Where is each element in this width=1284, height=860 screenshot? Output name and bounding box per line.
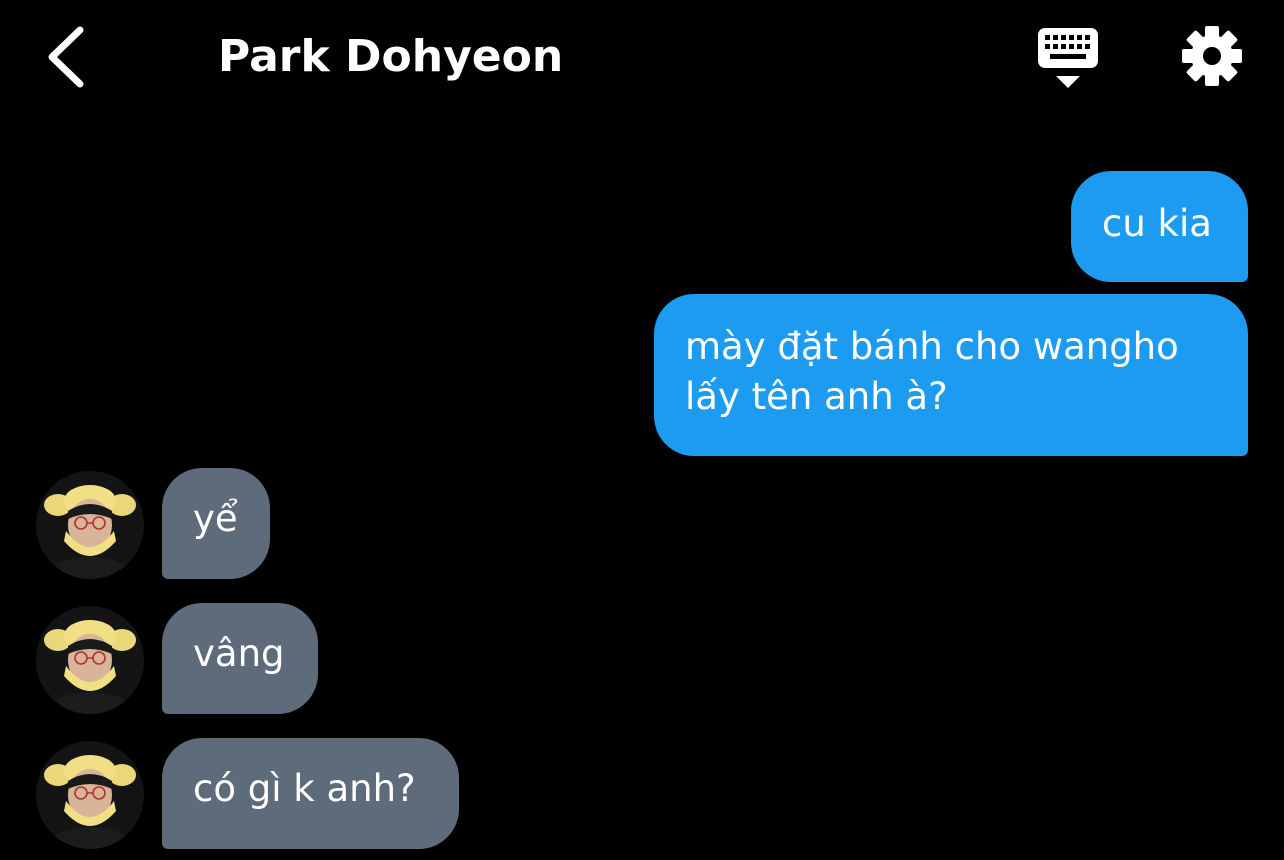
avatar-photo [36,741,144,849]
keyboard-hide-icon [1038,28,1098,88]
avatar[interactable] [36,741,144,849]
chat-header: Park Dohyeon [0,0,1284,115]
message-text: vâng [193,632,285,675]
avatar-photo [36,606,144,714]
message-text: yể [193,497,238,540]
message-text: cu kia [1102,202,1212,245]
sent-message-bubble[interactable]: mày đặt bánh cho wangho lấy tên anh à? [654,294,1248,456]
message-text: mày đặt bánh cho wangho lấy tên anh à? [685,325,1179,418]
message-text: có gì k anh? [193,767,416,810]
chevron-left-icon [48,26,84,88]
received-message-bubble[interactable]: có gì k anh? [162,738,459,849]
avatar[interactable] [36,606,144,714]
keyboard-toggle-button[interactable] [1030,22,1106,92]
received-message-bubble[interactable]: yể [162,468,270,579]
sent-message-bubble[interactable]: cu kia [1071,171,1248,282]
page-title: Park Dohyeon [218,31,564,82]
settings-button[interactable] [1178,22,1246,90]
avatar[interactable] [36,471,144,579]
gear-icon [1182,26,1242,86]
back-button[interactable] [40,22,100,92]
received-message-bubble[interactable]: vâng [162,603,318,714]
avatar-photo [36,471,144,579]
